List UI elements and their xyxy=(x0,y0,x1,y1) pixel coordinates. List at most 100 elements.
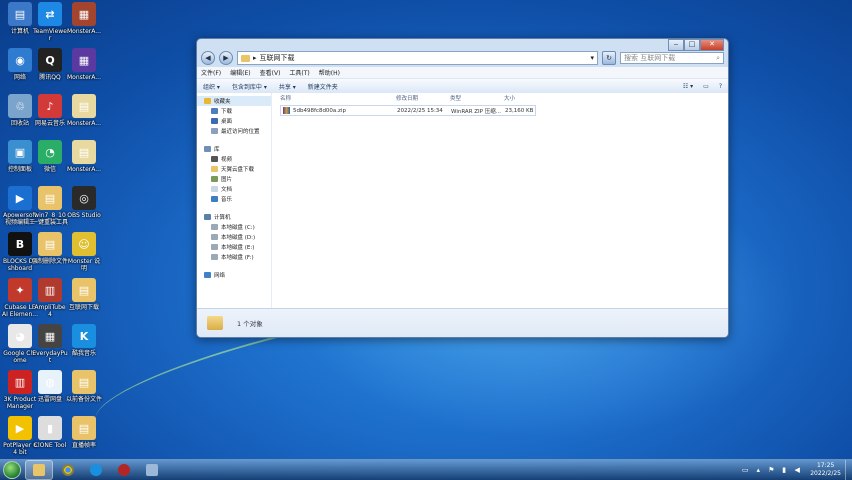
nav-libraries[interactable]: 库 xyxy=(197,144,271,154)
taskbar-kuwo[interactable] xyxy=(83,461,109,479)
nav-item-drive-c[interactable]: 本地磁盘 (C:) xyxy=(197,222,271,232)
desktop-icon[interactable]: ▮ ClONE Tool xyxy=(32,416,68,449)
nav-label: 视频 xyxy=(221,157,233,163)
desktop-icon[interactable]: ▦ MonsterA... xyxy=(66,2,102,35)
nav-item-desktop[interactable]: 桌面 xyxy=(197,116,271,126)
desktop-icon-label: Monster 说明 xyxy=(67,258,101,272)
desktop-icon[interactable]: ☺ Monster 说明 xyxy=(66,232,102,272)
menu-edit[interactable]: 编辑(E) xyxy=(230,68,250,77)
taskbar-explorer[interactable] xyxy=(25,460,53,480)
taskbar-chrome[interactable] xyxy=(55,461,81,479)
maximize-button[interactable]: □ xyxy=(684,39,700,51)
refresh-icon[interactable]: ↻ xyxy=(602,51,616,65)
chevron-down-icon[interactable]: ▾ xyxy=(590,54,594,62)
share-button[interactable]: 共享 ▾ xyxy=(279,82,296,91)
taskbar-app4[interactable] xyxy=(111,461,137,479)
view-options-icon[interactable]: ☷ ▾ xyxy=(683,83,693,90)
desktop-icon[interactable]: Q 腾讯QQ xyxy=(32,48,68,81)
organize-button[interactable]: 组织 ▾ xyxy=(203,82,220,91)
desktop-icon[interactable]: ⇄ TeamViewer xyxy=(32,2,68,42)
nav-network[interactable]: 网络 xyxy=(197,270,271,280)
drive-icon xyxy=(211,244,218,250)
desktop-app-icon: ◍ xyxy=(38,370,62,394)
start-button[interactable] xyxy=(1,461,23,479)
new-folder-button[interactable]: 新建文件夹 xyxy=(308,82,338,91)
taskbar-control-panel[interactable] xyxy=(139,461,165,479)
nav-item-drive-e[interactable]: 本地磁盘 (E:) xyxy=(197,242,271,252)
menu-tools[interactable]: 工具(T) xyxy=(289,68,309,77)
desktop-icon-label: MonsterA... xyxy=(66,166,101,173)
file-name: 5db498fc8d00a.zip xyxy=(293,107,346,114)
include-in-library-button[interactable]: 包含到库中 ▾ xyxy=(232,82,267,91)
desktop-icon[interactable]: ◔ 微信 xyxy=(32,140,68,173)
keyboard-icon[interactable]: ▭ xyxy=(741,466,749,474)
desktop-icon[interactable]: ▤ MonsterA... xyxy=(66,94,102,127)
help-icon[interactable]: ? xyxy=(719,83,722,90)
desktop-app-icon: ◉ xyxy=(8,48,32,72)
nav-item-drive-d[interactable]: 本地磁盘 (D:) xyxy=(197,232,271,242)
close-button[interactable]: ✕ xyxy=(700,39,724,51)
desktop-icon[interactable]: ◎ OBS Studio xyxy=(66,186,102,219)
nav-item-music[interactable]: 音乐 xyxy=(197,194,271,204)
column-size[interactable]: 大小 xyxy=(504,94,515,102)
explorer-window[interactable]: ‒ □ ✕ ◀ ▶ ▸ 互联网下载 ▾ ↻ 搜索 互联网下载 ⌕ 文件(F) 编… xyxy=(196,38,729,338)
desktop-icon[interactable]: ▤ win7_8_10一键重装工具 xyxy=(32,186,68,226)
column-type[interactable]: 类型 xyxy=(450,94,504,102)
flag-icon[interactable]: ⚑ xyxy=(767,466,775,474)
nav-item-recent[interactable]: 最近访问的位置 xyxy=(197,126,271,136)
desktop-icon-label: MonsterA... xyxy=(66,74,101,81)
desktop-icon[interactable]: ▤ 互联网下载 xyxy=(66,278,102,311)
network-icon[interactable]: ▮ xyxy=(780,466,788,474)
desktop-icon xyxy=(211,118,218,124)
search-input[interactable]: 搜索 互联网下载 ⌕ xyxy=(620,52,724,64)
nav-item-downloads[interactable]: 下载 xyxy=(197,106,271,116)
desktop-icon-label: 微信 xyxy=(43,166,56,173)
nav-item-pictures[interactable]: 图片 xyxy=(197,174,271,184)
windows-logo-icon xyxy=(3,461,21,479)
desktop-icon[interactable]: ♪ 网易云音乐 xyxy=(32,94,68,127)
show-desktop-button[interactable] xyxy=(845,460,852,480)
desktop-icon[interactable]: ▤ 强制删除文件 xyxy=(32,232,68,265)
nav-favorites[interactable]: 收藏夹 xyxy=(197,96,271,106)
menu-view[interactable]: 查看(V) xyxy=(260,68,281,77)
command-toolbar: 组织 ▾ 包含到库中 ▾ 共享 ▾ 新建文件夹 ☷ ▾ ▭ ? xyxy=(197,79,728,94)
desktop-icon[interactable]: ◍ 迅雷网盘 xyxy=(32,370,68,403)
nav-item-cloud-downloads[interactable]: 天翼云盘下载 xyxy=(197,164,271,174)
desktop-app-icon: ▣ xyxy=(8,140,32,164)
nav-label: 最近访问的位置 xyxy=(221,129,260,135)
forward-icon[interactable]: ▶ xyxy=(219,51,233,65)
nav-item-drive-f[interactable]: 本地磁盘 (F:) xyxy=(197,252,271,262)
document-icon xyxy=(211,186,218,192)
desktop-icon[interactable]: ▤ 直播帧率 xyxy=(66,416,102,449)
file-row[interactable]: 5db498fc8d00a.zip 2022/2/25 15:34 WinRAR… xyxy=(280,105,536,116)
desktop-app-icon: ▦ xyxy=(72,2,96,26)
column-name[interactable]: 名称 xyxy=(280,94,396,102)
show-hidden-icons-icon[interactable]: ▴ xyxy=(754,466,762,474)
volume-icon[interactable]: ◀ xyxy=(793,466,801,474)
desktop-icon[interactable]: ▦ MonsterA... xyxy=(66,48,102,81)
desktop-icon-label: 网易云音乐 xyxy=(34,120,65,127)
nav-item-videos[interactable]: 视频 xyxy=(197,154,271,164)
desktop-app-icon: ▮ xyxy=(38,416,62,440)
desktop-icon[interactable]: K 酷我音乐 xyxy=(66,324,102,357)
desktop-app-icon: ☺ xyxy=(72,232,96,256)
column-date[interactable]: 修改日期 xyxy=(396,94,450,102)
menu-file[interactable]: 文件(F) xyxy=(201,68,221,77)
clock[interactable]: 17:25 2022/2/25 xyxy=(810,462,841,478)
address-bar[interactable]: ▸ 互联网下载 ▾ xyxy=(237,51,598,65)
recent-places-icon xyxy=(211,128,218,134)
preview-pane-icon[interactable]: ▭ xyxy=(703,83,709,90)
menu-help[interactable]: 帮助(H) xyxy=(319,68,340,77)
nav-computer[interactable]: 计算机 xyxy=(197,212,271,222)
desktop-icon[interactable]: ▥ AmpliTube 4 xyxy=(32,278,68,318)
desktop-icon[interactable]: ▦ EverydayPut xyxy=(32,324,68,364)
folder-icon xyxy=(211,166,218,172)
back-icon[interactable]: ◀ xyxy=(201,51,215,65)
desktop-icon[interactable]: ▤ 以前备份文件 xyxy=(66,370,102,403)
window-titlebar[interactable]: ‒ □ ✕ xyxy=(197,39,728,51)
nav-item-documents[interactable]: 文档 xyxy=(197,184,271,194)
desktop-icon[interactable]: ▤ MonsterA... xyxy=(66,140,102,173)
nav-label: 本地磁盘 (D:) xyxy=(221,235,256,241)
minimize-button[interactable]: ‒ xyxy=(668,39,684,51)
desktop-app-icon: ▤ xyxy=(72,416,96,440)
